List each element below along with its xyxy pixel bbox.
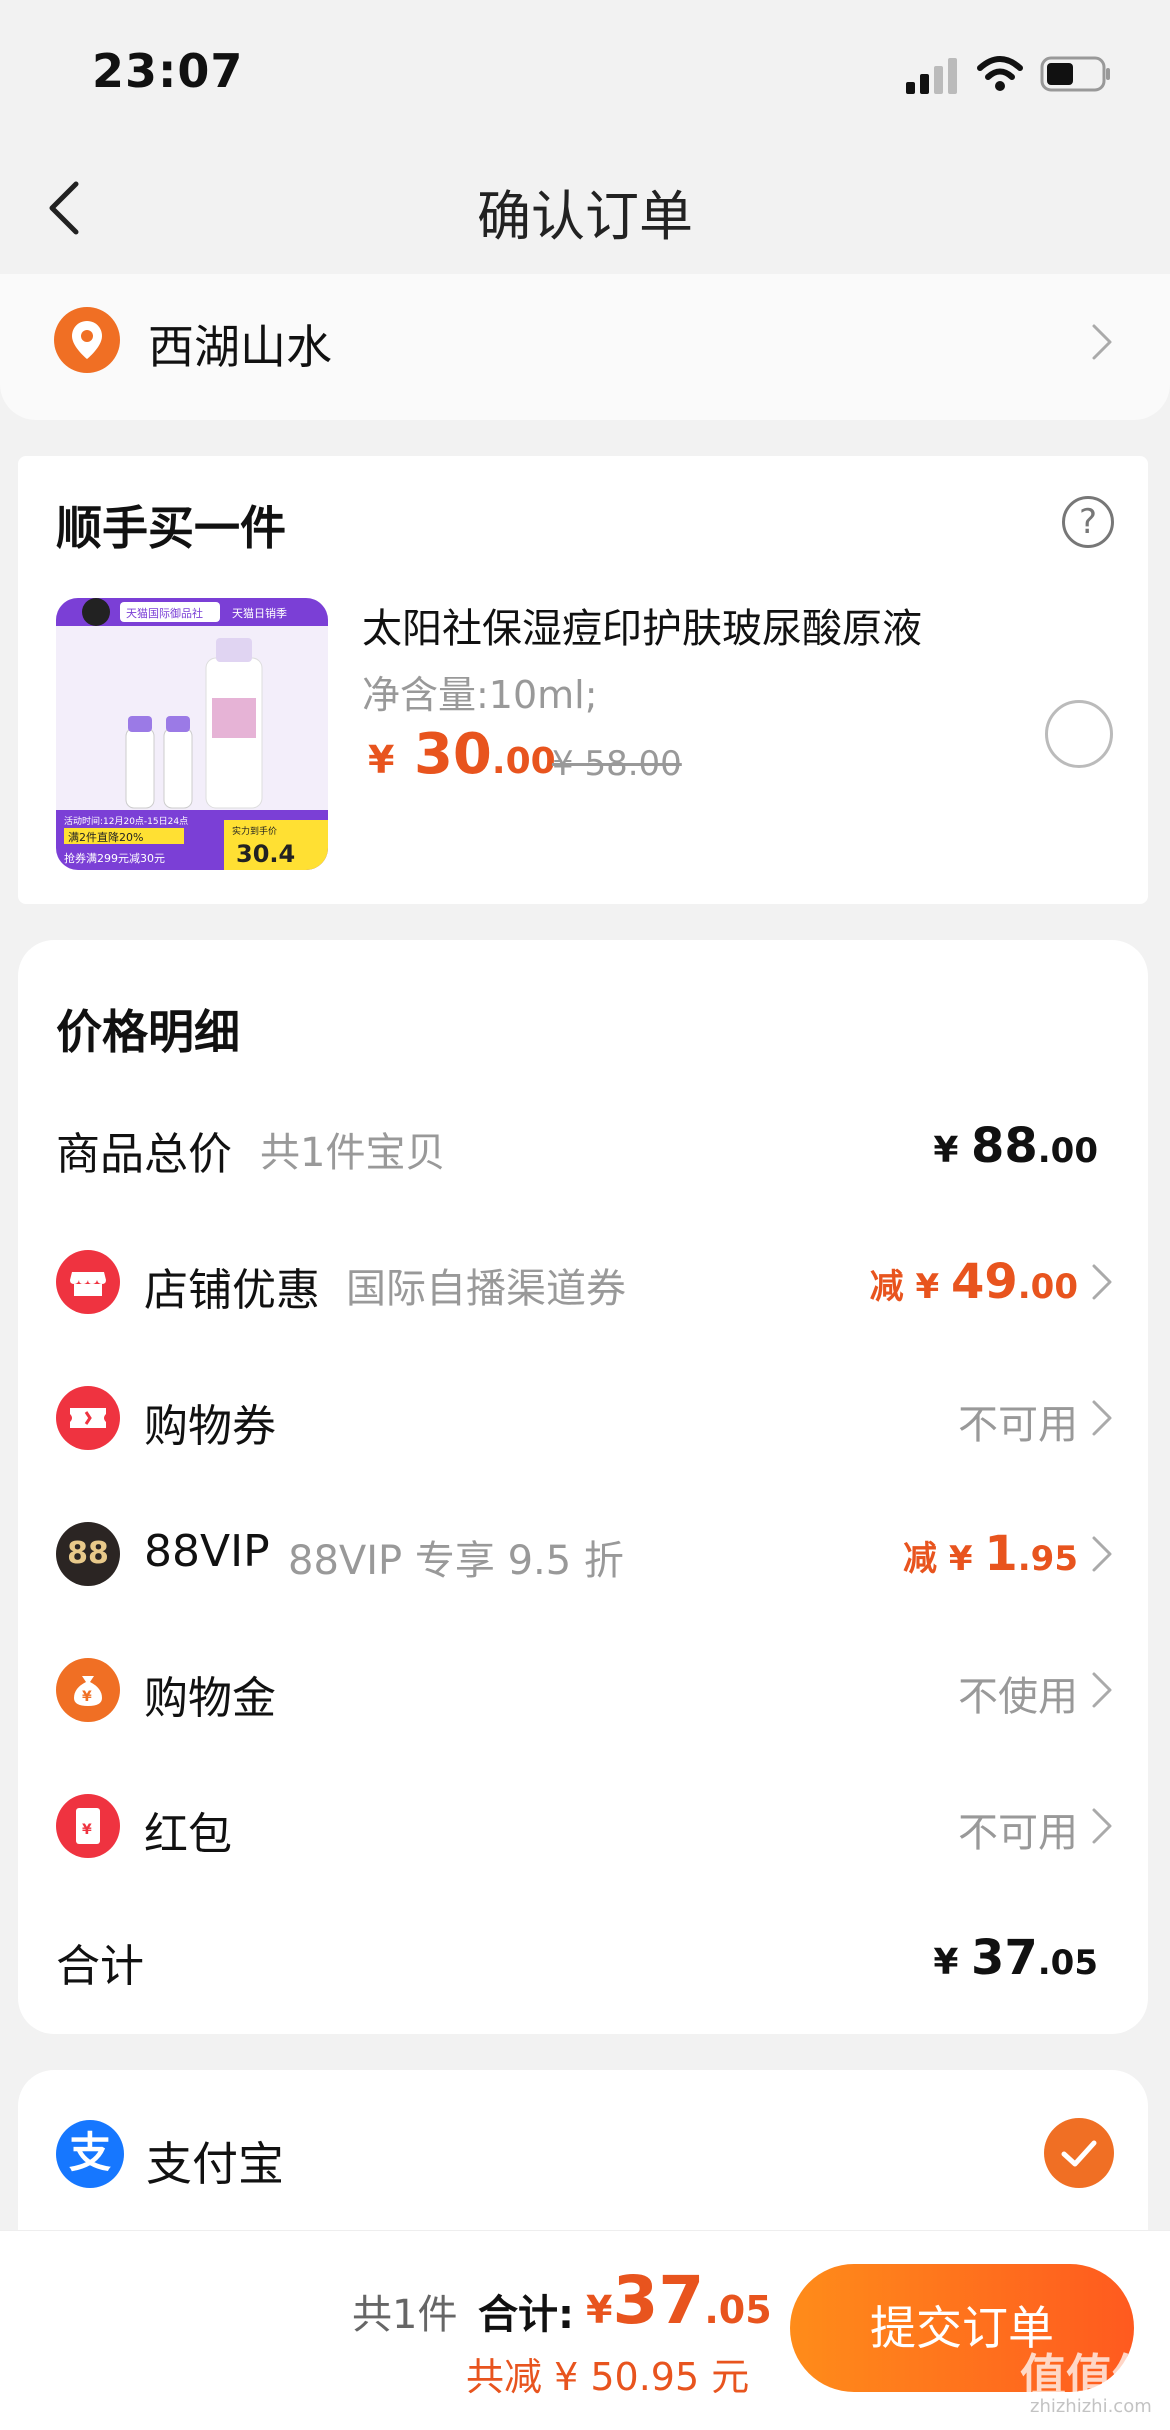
svg-text:¥: ¥ [82, 1822, 92, 1838]
shopping-gold-value[interactable]: 不使用 [958, 1664, 1078, 1722]
total-label: 合计 [56, 1941, 144, 1992]
chevron-right-icon[interactable] [1090, 1670, 1114, 1710]
product-name[interactable]: 太阳社保湿痘印护肤玻尿酸原液 [362, 596, 922, 654]
total-value: ¥ 37.05 [933, 1930, 1098, 1986]
chevron-right-icon[interactable] [1090, 322, 1114, 362]
shop-discount-value[interactable]: 减 ¥ 49.00 [870, 1254, 1078, 1310]
add-on-title: 顺手买一件 [56, 501, 286, 555]
shop-discount-sub: 国际自播渠道券 [346, 1266, 626, 1312]
image-promo-1: 活动时间:12月20点-15日24点 [64, 815, 188, 827]
wifi-icon [977, 56, 1023, 91]
shopping-gold-label: 购物金 [144, 1673, 276, 1724]
status-time: 23:07 [92, 44, 244, 98]
red-packet-value[interactable]: 不可用 [958, 1800, 1078, 1858]
chevron-right-icon[interactable] [1090, 1398, 1114, 1438]
vip-sub: 88VIP 专享 9.5 折 [288, 1538, 624, 1584]
money-bag-icon: ¥ [56, 1658, 120, 1722]
bottom-saved: 共减 ¥ 50.95 元 [466, 2355, 750, 2399]
product-price: ¥ 30.00 [368, 722, 556, 787]
add-on-select-radio[interactable] [1045, 700, 1113, 768]
location-pin-icon [54, 307, 120, 373]
battery-icon [1040, 56, 1110, 92]
chevron-right-icon[interactable] [1090, 1806, 1114, 1846]
red-packet-label: 红包 [144, 1809, 232, 1860]
shop-discount-label: 店铺优惠 [144, 1265, 320, 1316]
price-details-card [18, 940, 1148, 2034]
help-icon[interactable]: ? [1062, 496, 1114, 548]
image-badge-2: 天猫日销季 [232, 606, 287, 620]
subtotal-value: ¥ 88.00 [933, 1118, 1098, 1174]
image-badge-1: 天猫国际御品社 [126, 606, 203, 620]
coupon-label: 购物券 [144, 1401, 276, 1452]
bottom-total-value: ¥37.05 [586, 2262, 772, 2339]
product-spec: 净含量:10ml; [362, 673, 598, 717]
alipay-icon: 支 [56, 2120, 124, 2188]
chevron-right-icon[interactable] [1090, 1262, 1114, 1302]
vip-label: 88VIP [144, 1526, 270, 1577]
price-details-title: 价格明细 [56, 1005, 240, 1059]
subtotal-label: 商品总价 [56, 1129, 232, 1180]
address-text: 西湖山水 [148, 320, 332, 374]
svg-text:¥: ¥ [82, 1689, 92, 1705]
image-promo-2: 满2件直降20% [68, 830, 143, 844]
product-old-price: ¥ 58.00 [552, 744, 682, 784]
watermark-sub: zhizhizhi.com [1030, 2396, 1152, 2417]
coupon-value[interactable]: 不可用 [958, 1392, 1078, 1450]
vip88-icon: 88 [56, 1522, 120, 1586]
check-selected-icon[interactable] [1044, 2118, 1114, 2188]
product-image[interactable]: 天猫国际御品社 天猫日销季 活动时间:12月20点-15日24点 满2件直降20… [56, 598, 328, 870]
subtotal-sub: 共1件宝贝 [260, 1130, 446, 1176]
red-packet-icon: ¥ [56, 1794, 120, 1858]
image-promo-price: 30.4 [236, 840, 295, 868]
chevron-right-icon[interactable] [1090, 1534, 1114, 1574]
coupon-icon [56, 1386, 120, 1450]
vip-discount-value[interactable]: 减 ¥ 1.95 [903, 1526, 1078, 1582]
image-promo-3: 抢券满299元减30元 [64, 851, 165, 865]
image-promo-right: 实力到手价 [232, 825, 277, 837]
bottom-count: 共1件 [352, 2292, 458, 2338]
shop-icon [56, 1250, 120, 1314]
signal-icon [906, 58, 957, 94]
bottom-total-label: 合计: [478, 2292, 574, 2338]
page-title: 确认订单 [477, 185, 693, 248]
alipay-label[interactable]: 支付宝 [146, 2128, 284, 2194]
